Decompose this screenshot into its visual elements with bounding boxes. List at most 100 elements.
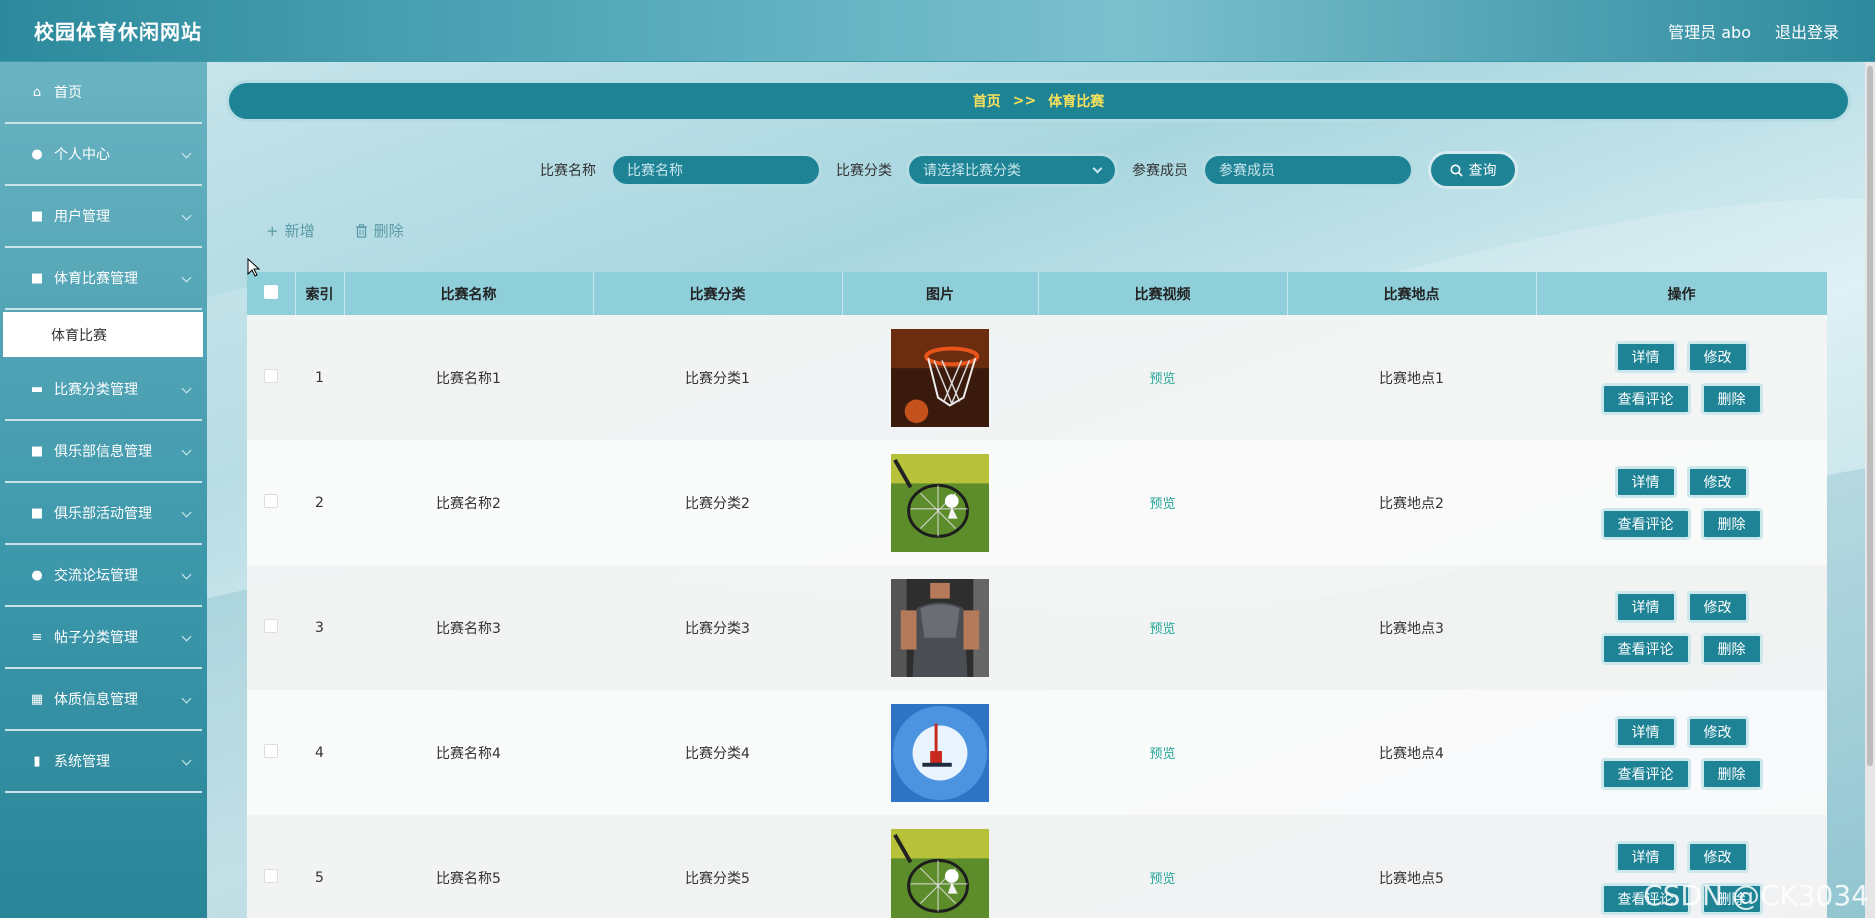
edit-button[interactable]: 修改 xyxy=(1686,340,1749,373)
sidebar-item-label: 体质信息管理 xyxy=(54,692,138,708)
cell-location: 比赛地点1 xyxy=(1287,315,1536,440)
video-preview-link[interactable]: 预览 xyxy=(1149,622,1175,637)
gym-athlete-image xyxy=(891,578,989,677)
video-preview-link[interactable]: 预览 xyxy=(1149,747,1175,762)
row-checkbox[interactable] xyxy=(264,368,278,383)
cell-image xyxy=(842,815,1038,918)
chevron-down-icon xyxy=(181,631,192,642)
breadcrumb-separator: >> xyxy=(1012,93,1037,109)
category-filter-select[interactable]: 请选择比赛分类 xyxy=(906,153,1118,187)
cell-video: 预览 xyxy=(1038,690,1287,815)
column-header-location: 比赛地点 xyxy=(1287,272,1537,315)
cell-video: 预览 xyxy=(1038,565,1287,690)
cell-location: 比赛地点4 xyxy=(1287,690,1536,815)
member-filter-input[interactable]: 参赛成员 xyxy=(1202,153,1414,187)
video-preview-link[interactable]: 预览 xyxy=(1149,372,1175,387)
column-header-name: 比赛名称 xyxy=(344,272,594,315)
video-preview-link[interactable]: 预览 xyxy=(1149,872,1175,887)
delete-button[interactable]: 删除 xyxy=(1700,632,1763,665)
sidebar-item-2[interactable]: ■ 用户管理 xyxy=(5,186,202,248)
delete-button[interactable]: 删除 xyxy=(1700,507,1763,540)
sidebar-item-4[interactable]: ▬ 比赛分类管理 xyxy=(5,359,202,421)
add-button-label: 新增 xyxy=(284,222,315,240)
sidebar-item-label: 体育比赛管理 xyxy=(54,271,138,287)
cell-actions: 详情 修改查看评论 删除 xyxy=(1536,690,1827,815)
view-comments-button[interactable]: 查看评论 xyxy=(1600,507,1691,540)
cell-category: 比赛分类1 xyxy=(593,315,842,440)
competition-table: 索引 比赛名称 比赛分类 图片 比赛视频 比赛地点 操作 1 比赛名称1 比赛分类1… xyxy=(247,272,1827,918)
select-all-checkbox[interactable] xyxy=(263,284,278,299)
row-checkbox[interactable] xyxy=(264,868,278,883)
csdn-watermark: CSDN @CK3034 xyxy=(1643,879,1869,912)
cell-actions: 详情 修改查看评论 删除 xyxy=(1536,315,1827,440)
row-select-cell xyxy=(247,565,295,690)
view-comments-button[interactable]: 查看评论 xyxy=(1600,757,1691,790)
basketball-hoop-image xyxy=(891,328,989,427)
query-button[interactable]: 查询 xyxy=(1428,151,1518,189)
table-row: 4 比赛名称4 比赛分类4 预览 比赛地点4 详情 修改 查看评论 删除 xyxy=(247,690,1827,815)
add-button[interactable]: + 新增 xyxy=(266,220,315,241)
sidebar-item-3[interactable]: ■ 体育比赛管理 xyxy=(5,248,202,310)
cell-name: 比赛名称3 xyxy=(344,565,593,690)
current-user-label: 管理员 abo xyxy=(1668,22,1751,42)
cell-location: 比赛地点2 xyxy=(1287,440,1536,565)
detail-button[interactable]: 详情 xyxy=(1614,840,1677,873)
chevron-down-icon xyxy=(181,693,192,704)
page-scrollbar[interactable] xyxy=(1865,62,1875,918)
search-icon xyxy=(1450,164,1463,177)
scrollbar-thumb[interactable] xyxy=(1867,66,1873,766)
video-preview-link[interactable]: 预览 xyxy=(1149,497,1175,512)
name-filter-input[interactable]: 比赛名称 xyxy=(610,153,822,187)
sidebar-item-6[interactable]: ■ 俱乐部活动管理 xyxy=(5,483,202,545)
sidebar-item-5[interactable]: ■ 俱乐部信息管理 xyxy=(5,421,202,483)
cell-image xyxy=(842,440,1038,565)
edit-button[interactable]: 修改 xyxy=(1686,590,1749,623)
cell-name: 比赛名称2 xyxy=(344,440,593,565)
ticket-icon: ▬ xyxy=(30,381,44,397)
delete-button[interactable]: 删除 xyxy=(1700,382,1763,415)
delete-button[interactable]: 删除 xyxy=(1700,757,1763,790)
user-icon: ● xyxy=(31,146,43,162)
sidebar-item-7[interactable]: ● 交流论坛管理 xyxy=(5,545,202,607)
cell-image xyxy=(842,315,1038,440)
sidebar-item-9[interactable]: ▦ 体质信息管理 xyxy=(5,669,202,731)
breadcrumb-home[interactable]: 首页 xyxy=(973,91,1001,111)
sidebar-subitem-active[interactable]: 体育比赛 xyxy=(3,312,203,357)
sidebar-item-1[interactable]: ● 个人中心 xyxy=(5,124,202,186)
table-actions: + 新增 删除 xyxy=(266,220,404,241)
batch-delete-button[interactable]: 删除 xyxy=(355,220,404,241)
cell-video: 预览 xyxy=(1038,315,1287,440)
edit-button[interactable]: 修改 xyxy=(1686,840,1749,873)
sidebar-item-label: 首页 xyxy=(54,85,82,101)
sidebar-item-label: 用户管理 xyxy=(54,209,110,225)
sidebar-item-0[interactable]: ⌂ 首页 xyxy=(5,62,202,124)
row-checkbox[interactable] xyxy=(264,493,278,508)
grid-icon: ■ xyxy=(30,270,44,286)
view-comments-button[interactable]: 查看评论 xyxy=(1600,632,1691,665)
user-icon: ● xyxy=(31,567,43,583)
view-comments-button[interactable]: 查看评论 xyxy=(1600,382,1691,415)
edit-button[interactable]: 修改 xyxy=(1686,715,1749,748)
sidebar-item-8[interactable]: ≡ 帖子分类管理 xyxy=(5,607,202,669)
detail-button[interactable]: 详情 xyxy=(1614,340,1677,373)
bungee-sky-image xyxy=(891,703,989,802)
row-checkbox[interactable] xyxy=(264,618,278,633)
row-checkbox[interactable] xyxy=(264,743,278,758)
edit-button[interactable]: 修改 xyxy=(1686,465,1749,498)
detail-button[interactable]: 详情 xyxy=(1614,465,1677,498)
table-row: 3 比赛名称3 比赛分类3 预览 比赛地点3 详情 修改 查看评论 删除 xyxy=(247,565,1827,690)
breadcrumb: 首页 >> 体育比赛 xyxy=(226,80,1851,122)
cell-image xyxy=(842,690,1038,815)
badminton-racket-image xyxy=(891,828,989,918)
chevron-down-icon xyxy=(181,210,192,221)
sidebar-item-label: 俱乐部活动管理 xyxy=(54,506,152,522)
cell-index: 3 xyxy=(295,565,344,690)
chevron-down-icon xyxy=(181,383,192,394)
logout-link[interactable]: 退出登录 xyxy=(1775,19,1839,43)
detail-button[interactable]: 详情 xyxy=(1614,590,1677,623)
chevron-down-icon xyxy=(1092,163,1103,174)
detail-button[interactable]: 详情 xyxy=(1614,715,1677,748)
cell-index: 1 xyxy=(295,315,344,440)
category-filter-label: 比赛分类 xyxy=(836,163,892,179)
sidebar-item-10[interactable]: ▮ 系统管理 xyxy=(5,731,202,793)
